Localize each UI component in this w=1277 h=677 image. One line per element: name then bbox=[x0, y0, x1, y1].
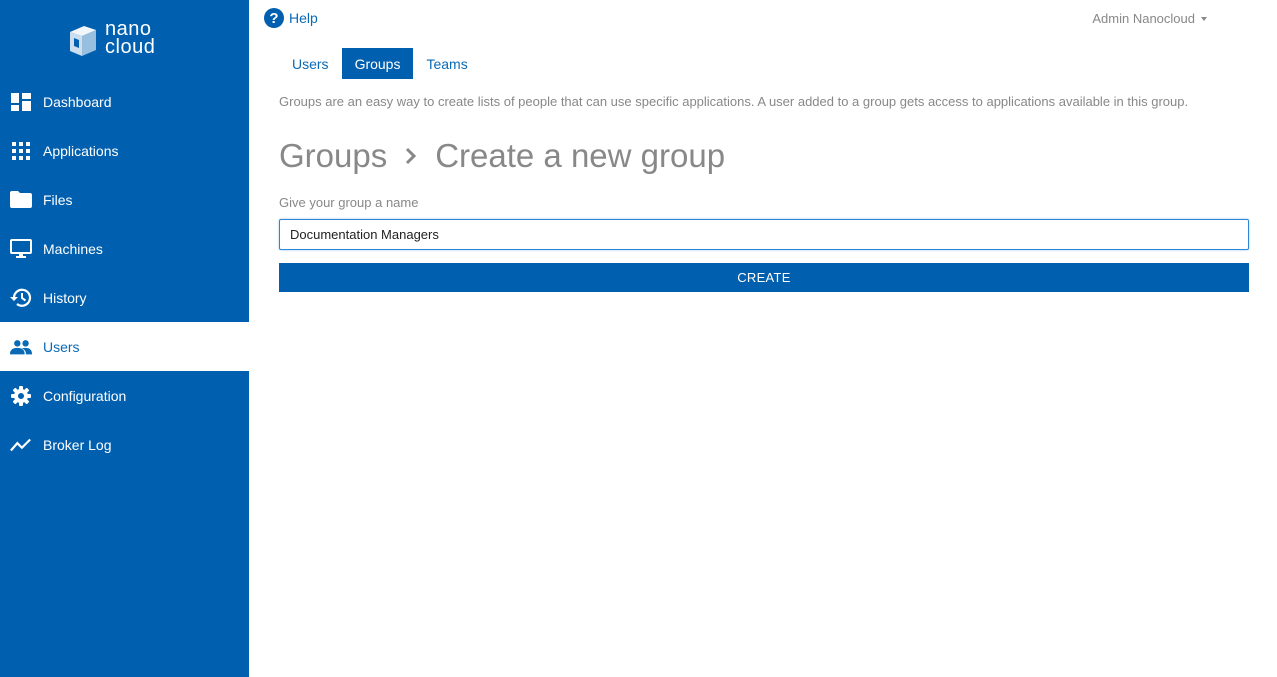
sidebar-item-dashboard[interactable]: Dashboard bbox=[0, 77, 249, 126]
sidebar-item-label: Configuration bbox=[43, 387, 127, 404]
group-name-input[interactable] bbox=[279, 219, 1249, 250]
apps-grid-icon bbox=[10, 140, 32, 162]
tab-groups[interactable]: Groups bbox=[341, 48, 414, 79]
help-link[interactable]: ? Help bbox=[264, 8, 318, 28]
tabs: Users Groups Teams bbox=[279, 48, 481, 79]
sidebar-item-label: Applications bbox=[43, 142, 119, 159]
sidebar: nano cloud Dashboard Applications Files … bbox=[0, 0, 249, 677]
sidebar-item-users[interactable]: Users bbox=[0, 322, 249, 371]
logo-text: nano cloud bbox=[105, 19, 156, 58]
group-name-label: Give your group a name bbox=[279, 195, 419, 210]
help-icon: ? bbox=[264, 8, 284, 28]
dashboard-icon bbox=[10, 91, 32, 113]
tab-teams[interactable]: Teams bbox=[413, 48, 480, 79]
chevron-right-icon bbox=[405, 147, 417, 165]
history-icon bbox=[10, 287, 32, 309]
caret-down-icon bbox=[1201, 16, 1207, 21]
create-button[interactable]: CREATE bbox=[279, 263, 1249, 292]
sidebar-item-label: Files bbox=[43, 191, 73, 208]
sidebar-item-files[interactable]: Files bbox=[0, 175, 249, 224]
sidebar-item-history[interactable]: History bbox=[0, 273, 249, 322]
sidebar-item-broker-log[interactable]: Broker Log bbox=[0, 420, 249, 469]
sidebar-item-label: History bbox=[43, 289, 87, 306]
logo-line-2: cloud bbox=[105, 36, 156, 58]
tab-users[interactable]: Users bbox=[279, 48, 342, 79]
sidebar-item-label: Dashboard bbox=[43, 93, 112, 110]
user-menu[interactable]: Admin Nanocloud bbox=[1092, 11, 1207, 26]
breadcrumb-parent[interactable]: Groups bbox=[279, 137, 387, 175]
sidebar-item-applications[interactable]: Applications bbox=[0, 126, 249, 175]
page-title: Create a new group bbox=[435, 137, 726, 174]
help-label: Help bbox=[289, 10, 318, 26]
sidebar-item-label: Machines bbox=[43, 240, 103, 257]
gear-icon bbox=[10, 385, 32, 407]
sidebar-nav: Dashboard Applications Files Machines Hi… bbox=[0, 77, 249, 469]
monitor-icon bbox=[10, 238, 32, 260]
folder-icon bbox=[10, 189, 32, 211]
sidebar-item-label: Broker Log bbox=[43, 436, 112, 453]
sidebar-item-configuration[interactable]: Configuration bbox=[0, 371, 249, 420]
logo-mark-icon bbox=[70, 26, 96, 56]
user-name: Admin Nanocloud bbox=[1092, 11, 1195, 26]
nanocloud-logo[interactable]: nano cloud bbox=[68, 18, 168, 62]
sidebar-item-machines[interactable]: Machines bbox=[0, 224, 249, 273]
breadcrumb: Groups Create a new group bbox=[279, 137, 725, 175]
sidebar-item-label: Users bbox=[43, 338, 80, 355]
groups-description: Groups are an easy way to create lists o… bbox=[279, 94, 1189, 109]
users-icon bbox=[10, 336, 32, 358]
activity-icon bbox=[10, 434, 32, 456]
